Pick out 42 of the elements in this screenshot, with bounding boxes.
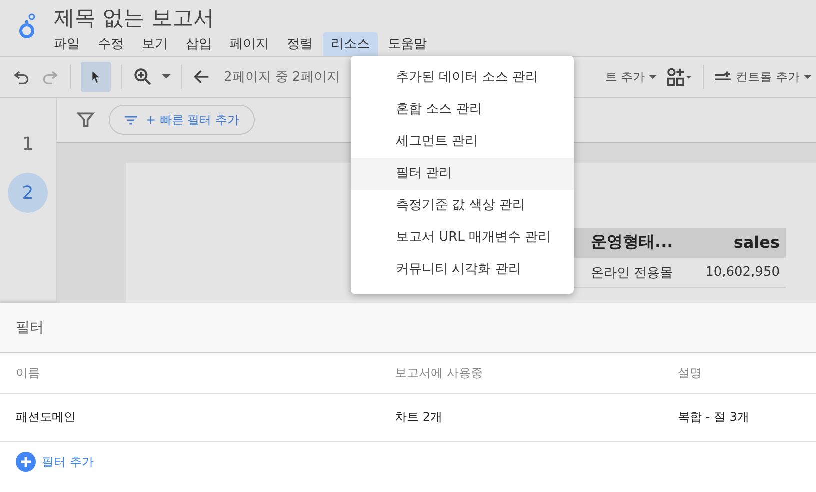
menu-item[interactable]: 필터 관리 xyxy=(351,158,574,190)
menu-item[interactable]: 삽입 xyxy=(178,32,220,56)
column-header: 설명 xyxy=(678,364,702,382)
menu-item[interactable]: 보고서 URL 매개변수 관리 xyxy=(351,222,574,254)
filter-lines-icon xyxy=(124,114,138,126)
select-tool-button[interactable] xyxy=(81,62,111,92)
page-thumbnail[interactable]: 1 xyxy=(8,124,48,164)
panel-title: 필터 xyxy=(16,318,44,336)
table-cell-text: 패션도메인 xyxy=(16,409,77,426)
page-indicator: 2페이지 중 2페이지 xyxy=(224,69,340,86)
caret-icon xyxy=(649,74,658,80)
menu-item[interactable]: 도움말 xyxy=(380,32,435,56)
menu-item[interactable]: 페이지 xyxy=(222,32,277,56)
menu-item[interactable]: 수정 xyxy=(90,32,132,56)
window-title: 제목 없는 보고서 xyxy=(54,5,216,32)
menu-item[interactable]: 혼합 소스 관리 xyxy=(351,94,574,126)
logo-icon xyxy=(18,12,38,40)
menu-item[interactable]: 커뮤니티 시각화 관리 xyxy=(351,254,574,286)
plus-icon xyxy=(16,452,36,472)
component-icon[interactable] xyxy=(665,67,694,87)
column-header: sales xyxy=(734,233,781,252)
caret-icon xyxy=(804,74,812,80)
table-cell-text: 차트 2개 xyxy=(395,409,444,426)
filter-icon[interactable] xyxy=(77,111,95,129)
zoom-icon[interactable] xyxy=(132,66,154,88)
menu-item[interactable]: 파일 xyxy=(46,32,88,56)
table-cell: 복합 - 절 3개 xyxy=(678,409,750,426)
add-filter-button[interactable]: 필터 추가 xyxy=(16,452,94,472)
menu-item[interactable]: 정렬 xyxy=(279,32,321,56)
add-chart-button[interactable]: 트 추가 xyxy=(605,68,658,86)
menu-item[interactable]: 세그먼트 관리 xyxy=(351,126,574,158)
column-header: 보고서에 사용중 xyxy=(395,364,484,382)
menu-item[interactable]: 추가된 데이터 소스 관리 xyxy=(351,62,574,94)
menu-item[interactable]: 측정기준 값 색상 관리 xyxy=(351,190,574,222)
menu-item[interactable]: 리소스 xyxy=(323,32,378,56)
table-cell-text: 온라인 전용몰 xyxy=(591,264,674,282)
column-header: 운영형태... xyxy=(591,232,674,253)
caret-icon[interactable] xyxy=(162,74,171,80)
column-header: 이름 xyxy=(16,364,41,382)
table-cell-text: 10,602,950 xyxy=(706,265,781,280)
add-control-button[interactable]: 컨트롤 추가 xyxy=(714,68,812,86)
menu-item[interactable]: 보기 xyxy=(134,32,176,56)
